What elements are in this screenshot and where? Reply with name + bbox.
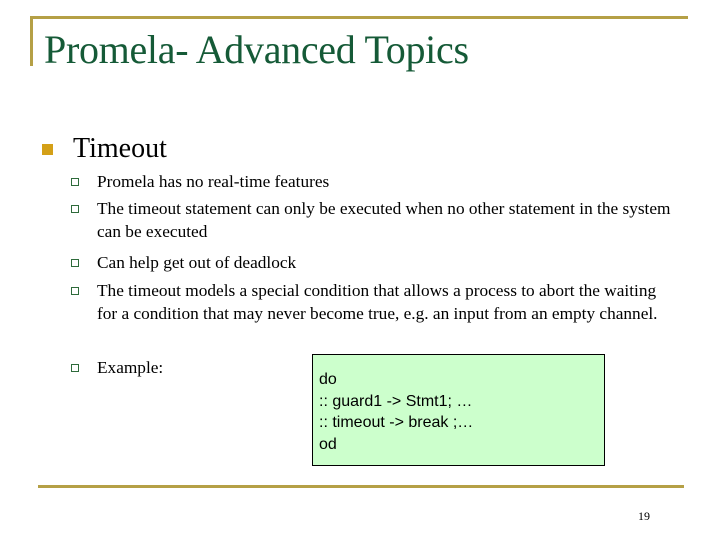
hollow-square-bullet-icon (71, 364, 79, 372)
code-line: do (319, 371, 337, 388)
list-item: Promela has no real-time features (71, 171, 671, 194)
list-item: The timeout models a special condition t… (71, 280, 671, 325)
code-example-box: do :: guard1 -> Stmt1; … :: timeout -> b… (312, 354, 605, 466)
page-number: 19 (638, 509, 650, 523)
left-rule (30, 16, 33, 66)
bottom-rule (38, 485, 684, 488)
list-item-text: The timeout statement can only be execut… (97, 199, 671, 241)
level1-item-label: Timeout (73, 133, 167, 164)
top-rule (30, 16, 688, 19)
code-line: :: timeout -> break ;… (319, 414, 474, 431)
list-item: The timeout statement can only be execut… (71, 198, 671, 243)
hollow-square-bullet-icon (71, 178, 79, 186)
square-bullet-icon (42, 143, 53, 155)
list-item-text: Can help get out of deadlock (97, 253, 297, 272)
list-item-text: The timeout models a special condition t… (97, 281, 658, 323)
list-item: Can help get out of deadlock (71, 252, 671, 275)
code-line: od (319, 435, 337, 453)
slide-title: Promela- Advanced Topics (44, 27, 469, 72)
code-line: :: guard1 -> Stmt1; … (319, 392, 473, 410)
hollow-square-bullet-icon (71, 287, 79, 295)
level1-item-timeout: Timeout (42, 133, 167, 165)
hollow-square-bullet-icon (71, 205, 79, 213)
hollow-square-bullet-icon (71, 259, 79, 267)
list-item-text: Promela has no real-time features (97, 172, 330, 191)
